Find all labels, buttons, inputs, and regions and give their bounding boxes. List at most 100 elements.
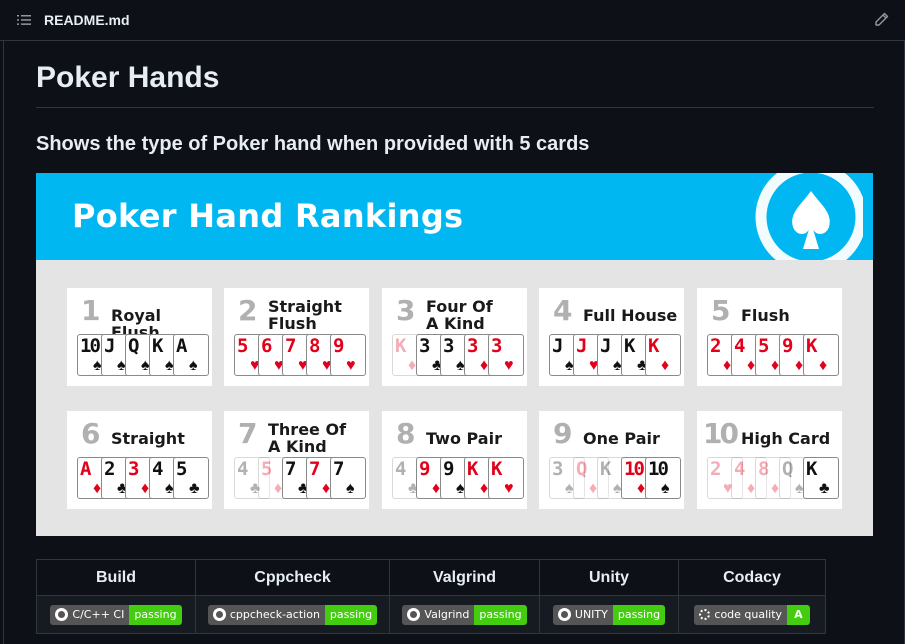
card-rank: 3 — [467, 335, 479, 357]
hand-tile: 6 Straight A ♦ 2 ♣ 3 ♦ 4 ♠ 5 ♣ — [67, 411, 212, 509]
card-rank: J — [552, 335, 564, 357]
hand-name: Full House — [583, 306, 678, 325]
pencil-edit-icon[interactable] — [873, 12, 889, 28]
outline-list-icon[interactable] — [16, 12, 32, 28]
playing-card: 10 ♠ — [645, 457, 681, 499]
poker-rankings-image: Poker Hand Rankings 1 Royal Flush 10 ♠ J ♠ Q ♠ K… — [36, 173, 873, 536]
card-rank: 8 — [758, 458, 770, 480]
page-title: Poker Hands — [36, 61, 874, 108]
hand-tile: 7 Three Of A Kind 4 ♣ 5 ♦ 7 ♣ 7 ♦ 7 ♠ — [224, 411, 369, 509]
badge-label: C/C++ CI — [72, 608, 125, 621]
badge-label: UNITY — [574, 608, 608, 621]
card-suit-icon: ♦ — [637, 480, 646, 497]
card-suit-icon: ♣ — [819, 480, 830, 497]
github-icon — [212, 608, 226, 621]
github-icon — [407, 608, 421, 621]
card-rank: K — [806, 458, 818, 480]
file-name[interactable]: README.md — [44, 12, 130, 28]
card-rank: J — [104, 335, 116, 357]
card-rank: 8 — [309, 335, 321, 357]
col-unity: Unity — [539, 559, 679, 596]
hand-rank-number: 8 — [396, 417, 416, 450]
playing-card: K ♦ — [803, 334, 839, 376]
badge-label: Valgrind — [424, 608, 470, 621]
col-codacy: Codacy — [678, 559, 826, 596]
card-rank: K — [806, 335, 818, 357]
card-suit-icon: ♦ — [771, 357, 780, 374]
card-rank: 7 — [285, 458, 297, 480]
card-suit-icon: ♦ — [408, 357, 417, 374]
valgrind-badge[interactable]: Valgrind passing — [402, 604, 527, 625]
card-rank: K — [648, 335, 660, 357]
badge-table: Build Cppcheck Valgrind Unity Codacy C/C… — [36, 559, 826, 634]
card-row: 10 ♠ J ♠ Q ♠ K ♠ A ♠ — [77, 334, 209, 378]
card-suit-icon: ♦ — [93, 480, 102, 497]
badge-status: passing — [612, 604, 666, 625]
hand-name: One Pair — [583, 429, 660, 448]
card-suit-icon: ♥ — [504, 357, 514, 374]
card-suit-icon: ♠ — [346, 480, 355, 497]
card-suit-icon: ♦ — [795, 357, 804, 374]
hand-tile: 4 Full House J ♠ J ♥ J ♠ K ♣ K ♦ — [539, 288, 684, 386]
card-rank: 4 — [734, 335, 746, 357]
hand-tile: 8 Two Pair 4 ♣ 9 ♦ 9 ♠ K ♦ K ♥ — [382, 411, 527, 509]
card-rank: J — [576, 335, 588, 357]
card-suit-icon: ♦ — [480, 480, 489, 497]
card-rank: 5 — [237, 335, 249, 357]
hand-name: Two Pair — [426, 429, 502, 448]
card-suit-icon: ♠ — [661, 480, 670, 497]
file-header: README.md — [0, 0, 905, 41]
card-row: 4 ♣ 9 ♦ 9 ♠ K ♦ K ♥ — [392, 457, 524, 501]
hand-name: Three Of A Kind — [268, 420, 347, 456]
badge-status: passing — [474, 604, 527, 625]
card-suit-icon: ♦ — [771, 480, 780, 497]
unity-badge[interactable]: UNITY passing — [552, 604, 666, 625]
card-suit-icon: ♦ — [274, 480, 283, 497]
card-rank: 4 — [237, 458, 249, 480]
playing-card: K ♣ — [803, 457, 839, 499]
card-rank: 3 — [552, 458, 564, 480]
codacy-badge[interactable]: code quality A — [694, 604, 810, 625]
card-row: 2 ♦ 4 ♦ 5 ♦ 9 ♦ K ♦ — [707, 334, 839, 378]
card-rank: 4 — [734, 458, 746, 480]
card-row: 5 ♥ 6 ♥ 7 ♥ 8 ♥ 9 ♥ — [234, 334, 366, 378]
card-rank: 10 — [80, 335, 101, 357]
card-suit-icon: ♦ — [661, 357, 670, 374]
card-row: J ♠ J ♥ J ♠ K ♣ K ♦ — [549, 334, 681, 378]
card-rank: 2 — [104, 458, 116, 480]
col-cppcheck: Cppcheck — [195, 559, 390, 596]
playing-card: 7 ♠ — [330, 457, 366, 499]
card-rank: 7 — [285, 335, 297, 357]
badge-label: code quality — [714, 608, 783, 621]
banner-header: Poker Hand Rankings — [36, 173, 873, 260]
card-rank: 5 — [261, 458, 273, 480]
card-rank: 2 — [710, 458, 722, 480]
cppcheck-badge[interactable]: cppcheck-action passing — [207, 604, 378, 625]
card-rank: 7 — [309, 458, 321, 480]
card-row: K ♦ 3 ♣ 3 ♠ 3 ♦ 3 ♥ — [392, 334, 524, 378]
build-badge[interactable]: C/C++ CI passing — [50, 604, 182, 625]
playing-card: 9 ♥ — [330, 334, 366, 376]
card-suit-icon: ♦ — [141, 480, 150, 497]
card-rank: J — [600, 335, 612, 357]
card-rank: Q — [128, 335, 140, 357]
card-suit-icon: ♠ — [189, 357, 198, 374]
hand-rank-number: 4 — [553, 294, 573, 327]
page-subtitle: Shows the type of Poker hand when provid… — [36, 133, 590, 155]
badge-row: C/C++ CI passing cppcheck-action passing V… — [36, 595, 826, 634]
card-rank: A — [176, 335, 188, 357]
card-rank: 10 — [624, 458, 645, 480]
card-rank: K — [152, 335, 164, 357]
card-row: 3 ♠ Q ♦ K ♠ 10 ♦ 10 ♠ — [549, 457, 681, 501]
hand-rank-number: 6 — [81, 417, 101, 450]
hand-rank-number: 2 — [238, 294, 258, 327]
hand-rank-number: 9 — [553, 417, 573, 450]
card-suit-icon: ♥ — [346, 357, 356, 374]
card-suit-icon: ♦ — [432, 480, 441, 497]
card-rank: K — [395, 335, 407, 357]
hand-rank-number: 7 — [238, 417, 258, 450]
hand-rank-number: 10 — [703, 417, 739, 450]
badge-status: passing — [324, 604, 378, 625]
card-suit-icon: ♦ — [747, 480, 756, 497]
card-rank: K — [600, 458, 612, 480]
